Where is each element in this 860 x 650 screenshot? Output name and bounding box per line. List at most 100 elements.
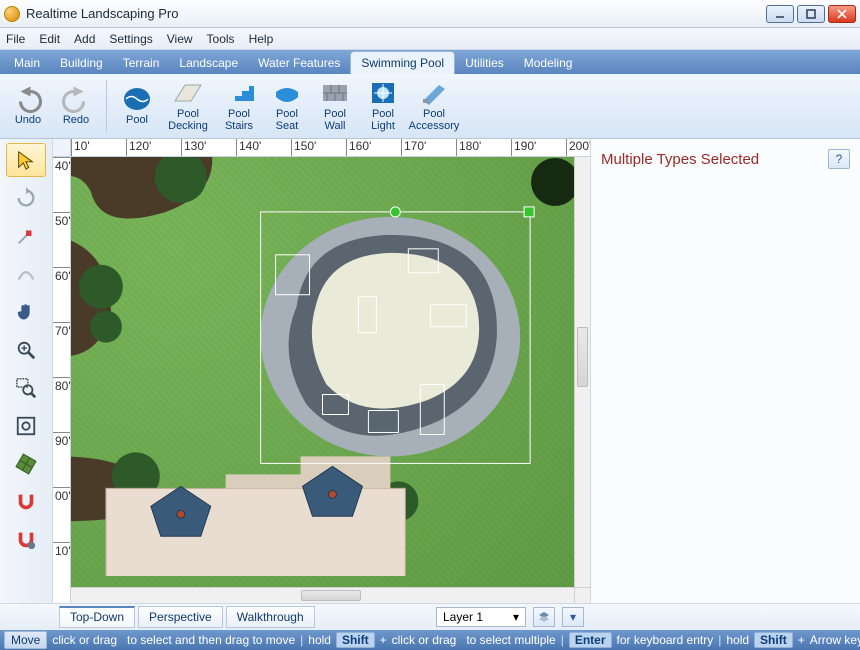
- app-icon: [4, 6, 20, 22]
- pool-decking-icon: [173, 79, 203, 107]
- rotate-tool[interactable]: [6, 181, 46, 215]
- menu-help[interactable]: Help: [249, 32, 274, 46]
- menu-file[interactable]: File: [6, 32, 25, 46]
- pool-accessory-label: Pool Accessory: [409, 109, 460, 132]
- pool-wall-button[interactable]: Pool Wall: [311, 76, 359, 136]
- ruler-v-tick: 80': [53, 377, 71, 393]
- redo-button[interactable]: Redo: [52, 76, 100, 136]
- status-text: to select and then drag to move: [127, 633, 295, 647]
- panel-help-button[interactable]: ?: [828, 149, 850, 169]
- pan-tool[interactable]: [6, 295, 46, 329]
- status-text: Arrow key to nudge: [810, 633, 860, 647]
- status-mode: Move: [4, 631, 47, 649]
- status-text: for keyboard entry: [617, 633, 714, 647]
- menu-add[interactable]: Add: [74, 32, 95, 46]
- select-tool[interactable]: [6, 143, 46, 177]
- menu-settings[interactable]: Settings: [109, 32, 152, 46]
- layer-manager-button[interactable]: [533, 607, 555, 627]
- ruler-v-tick: 50': [53, 212, 71, 228]
- ruler-horizontal[interactable]: 10' 120' 130' 140' 150' 160' 170' 180' 1…: [71, 139, 590, 157]
- status-text: +: [380, 633, 387, 647]
- chevron-down-icon: ▾: [513, 610, 519, 624]
- status-text: to select multiple: [466, 633, 555, 647]
- horizontal-scrollbar-thumb[interactable]: [301, 590, 361, 601]
- enter-key-pill: Enter: [569, 632, 612, 648]
- horizontal-scrollbar[interactable]: [71, 587, 574, 603]
- layer-select[interactable]: Layer 1 ▾: [436, 607, 526, 627]
- undo-button[interactable]: Undo: [4, 76, 52, 136]
- tab-building[interactable]: Building: [50, 52, 113, 74]
- undo-label: Undo: [15, 115, 41, 127]
- pool-seat-icon: [272, 79, 302, 107]
- panel-title: Multiple Types Selected: [601, 151, 850, 168]
- tab-terrain[interactable]: Terrain: [113, 52, 170, 74]
- status-text: click or drag: [392, 633, 457, 647]
- menu-edit[interactable]: Edit: [39, 32, 60, 46]
- scale-handle: [524, 207, 534, 217]
- tab-modeling[interactable]: Modeling: [514, 52, 583, 74]
- snap-tool[interactable]: [6, 485, 46, 519]
- menu-view[interactable]: View: [167, 32, 193, 46]
- ruler-h-tick: 130': [181, 139, 206, 157]
- ruler-vertical[interactable]: 40' 50' 60' 70' 80' 90' 00' 10': [53, 157, 71, 603]
- pool-decking-label: Pool Decking: [168, 109, 208, 132]
- close-button[interactable]: [828, 5, 856, 23]
- tab-main[interactable]: Main: [4, 52, 50, 74]
- ruler-v-tick: 60': [53, 267, 71, 283]
- ruler-h-tick: 10': [71, 139, 90, 157]
- move-point-tool[interactable]: [6, 219, 46, 253]
- pool-button[interactable]: Pool: [113, 76, 161, 136]
- tab-water-features[interactable]: Water Features: [248, 52, 350, 74]
- curve-tool[interactable]: [6, 257, 46, 291]
- category-tabbar: Main Building Terrain Landscape Water Fe…: [0, 50, 860, 74]
- viewtab-top-down[interactable]: Top-Down: [59, 606, 135, 628]
- menu-bar: File Edit Add Settings View Tools Help: [0, 28, 860, 50]
- maximize-button[interactable]: [797, 5, 825, 23]
- pool-stairs-button[interactable]: Pool Stairs: [215, 76, 263, 136]
- properties-panel: Multiple Types Selected ?: [590, 139, 860, 603]
- ruler-h-tick: 170': [401, 139, 426, 157]
- status-text: hold: [308, 633, 331, 647]
- pool-object: [261, 217, 520, 457]
- pool-light-button[interactable]: Pool Light: [359, 76, 407, 136]
- redo-label: Redo: [63, 115, 89, 127]
- ruler-v-tick: 40': [53, 157, 71, 173]
- ruler-h-tick: 190': [511, 139, 536, 157]
- minimize-button[interactable]: [766, 5, 794, 23]
- status-text: hold: [726, 633, 749, 647]
- ruler-corner: [53, 139, 71, 157]
- ruler-v-tick: 10': [53, 542, 71, 558]
- pool-icon: [122, 85, 152, 113]
- grid-tool[interactable]: [6, 447, 46, 481]
- vertical-scrollbar-thumb[interactable]: [577, 327, 588, 387]
- tab-utilities[interactable]: Utilities: [455, 52, 514, 74]
- tab-landscape[interactable]: Landscape: [169, 52, 248, 74]
- tool-palette: [0, 139, 53, 603]
- ruler-h-tick: 150': [291, 139, 316, 157]
- status-text: click or drag: [52, 633, 117, 647]
- zoom-region-tool[interactable]: [6, 371, 46, 405]
- ruler-h-tick: 160': [346, 139, 371, 157]
- pool-seat-button[interactable]: Pool Seat: [263, 76, 311, 136]
- zoom-extents-tool[interactable]: [6, 409, 46, 443]
- vertical-scrollbar[interactable]: [574, 157, 590, 587]
- design-canvas[interactable]: [71, 157, 590, 603]
- pool-decking-button[interactable]: Pool Decking: [161, 76, 215, 136]
- ribbon: Undo Redo Pool Pool Decking Pool Stairs …: [0, 74, 860, 139]
- viewtab-walkthrough[interactable]: Walkthrough: [226, 606, 315, 628]
- scrollbar-corner: [574, 587, 590, 603]
- ribbon-divider: [106, 80, 107, 132]
- shift-key-pill: Shift: [336, 632, 375, 648]
- pool-accessory-icon: [419, 79, 449, 107]
- zoom-in-tool[interactable]: [6, 333, 46, 367]
- menu-tools[interactable]: Tools: [207, 32, 235, 46]
- pool-wall-label: Pool Wall: [324, 109, 346, 132]
- ruler-v-tick: 70': [53, 322, 71, 338]
- pool-accessory-button[interactable]: Pool Accessory: [407, 76, 461, 136]
- snap-settings-tool[interactable]: [6, 523, 46, 557]
- layer-dropdown-button[interactable]: ▾: [562, 607, 584, 627]
- tab-swimming-pool[interactable]: Swimming Pool: [350, 51, 455, 74]
- undo-icon: [13, 85, 43, 113]
- viewtab-perspective[interactable]: Perspective: [138, 606, 223, 628]
- shift-key-pill: Shift: [754, 632, 793, 648]
